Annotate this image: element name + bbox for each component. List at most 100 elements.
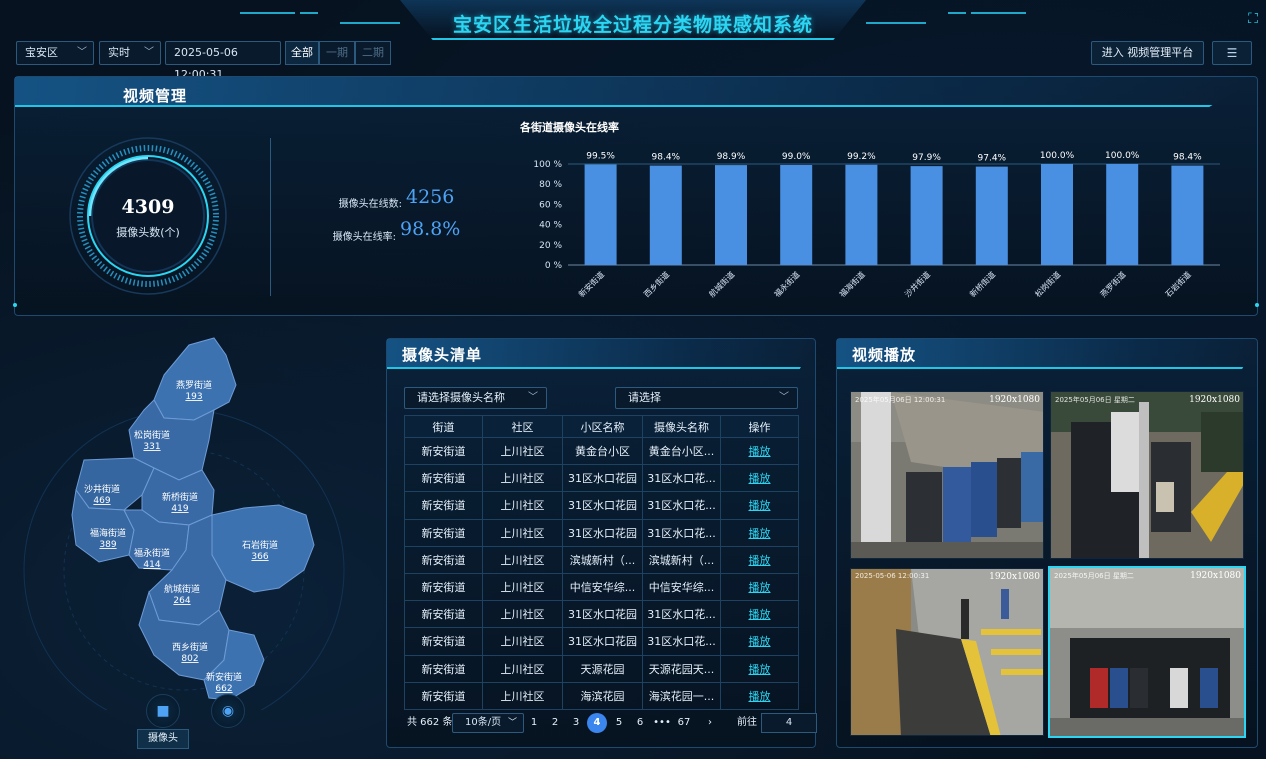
district-select-value: 宝安区	[25, 46, 58, 59]
page-5[interactable]: 5	[609, 713, 629, 733]
table-row: 新安街道 上川社区 31区水口花园 31区水口花... 播放	[404, 518, 799, 547]
table-cell: 上川社区	[482, 491, 563, 520]
mode-select[interactable]: 实时 ﹀	[99, 41, 161, 65]
feed-timestamp: 2025年05月06日 12:00:31	[855, 396, 946, 404]
table-cell: 上川社区	[482, 572, 563, 602]
table-cell: 31区水口花...	[642, 600, 721, 629]
bar[interactable]	[715, 165, 747, 265]
play-link[interactable]: 播放	[720, 464, 799, 493]
bar[interactable]	[1106, 164, 1139, 265]
generic-select-placeholder: 请选择	[628, 391, 661, 404]
region-yanluo[interactable]	[153, 337, 237, 421]
table-row: 新安街道 上川社区 31区水口花园 31区水口花... 播放	[404, 491, 799, 520]
bar-value-label: 100.0%	[1105, 151, 1140, 161]
page-3[interactable]: 3	[566, 713, 586, 733]
page-1[interactable]: 1	[524, 713, 544, 733]
play-link[interactable]: 播放	[720, 627, 799, 656]
map-street-name: 沙井街道	[84, 483, 120, 495]
table-row: 新安街道 上川社区 黄金台小区 黄金台小区... 播放	[404, 436, 799, 466]
table-cell: 31区水口花园	[562, 491, 643, 520]
page-6[interactable]: 6	[630, 713, 650, 733]
datetime-field[interactable]: 2025-05-06 12:00:31	[165, 41, 281, 81]
play-link[interactable]: 播放	[720, 491, 799, 520]
play-link[interactable]: 播放	[720, 681, 799, 710]
next-page-button[interactable]: ›	[700, 713, 720, 733]
online-rate-bar-chart: 0 % 20 % 40 % 60 % 80 % 100 % 99.5% 新安街道 98.4% 西乡…	[533, 151, 1220, 299]
goto-label: 前往	[737, 717, 757, 728]
x-tick-label: 沙井街道	[902, 269, 932, 299]
pager-total: 共 662 条	[407, 717, 453, 728]
signal-layer-button[interactable]: ◉	[211, 694, 245, 728]
mode-select-value: 实时	[108, 46, 130, 59]
play-link[interactable]: 播放	[720, 518, 799, 547]
bar[interactable]	[649, 165, 682, 265]
table-cell: 31区水口花...	[642, 518, 721, 547]
feed-resolution: 1920x1080	[1189, 395, 1240, 405]
online-count-label: 摄像头在线数:	[338, 199, 402, 210]
bar-value-label: 99.5%	[586, 152, 615, 162]
column-header: 社区	[482, 415, 563, 438]
page-size-select[interactable]: 10条/页 ﹀	[452, 713, 524, 733]
video-camera-icon: ■	[156, 703, 170, 719]
table-cell: 天源花园天...	[642, 654, 721, 683]
bar-value-label: 97.9%	[912, 153, 941, 163]
bar-value-label: 98.9%	[717, 152, 746, 162]
camera-list-title: 摄像头清单	[402, 346, 483, 364]
y-tick-label: 0 %	[545, 261, 563, 271]
page-4-current[interactable]: 4	[587, 713, 607, 733]
table-cell: 中信安华综...	[562, 572, 643, 602]
play-link[interactable]: 播放	[720, 600, 799, 629]
table-row: 新安街道 上川社区 31区水口花园 31区水口花... 播放	[404, 600, 799, 629]
y-tick-label: 40 %	[539, 221, 562, 231]
page-ellipsis[interactable]: •••	[652, 713, 672, 733]
x-tick-label: 松岗街道	[1033, 269, 1063, 299]
bar[interactable]	[845, 164, 878, 265]
phase-two-button[interactable]: 二期	[355, 41, 391, 65]
bar[interactable]	[780, 165, 813, 265]
map-street-name: 福海街道	[90, 527, 126, 539]
play-link[interactable]: 播放	[720, 436, 799, 466]
x-tick-label: 西乡街道	[642, 269, 672, 299]
table-cell: 新安街道	[404, 681, 483, 710]
table-cell: 新安街道	[404, 491, 483, 520]
bar[interactable]	[584, 164, 617, 265]
feed-scene-3	[851, 569, 1043, 735]
settings-button[interactable]: ☰	[1212, 41, 1252, 65]
camera-layer-button[interactable]: ■	[146, 694, 180, 728]
goto-page-input[interactable]: 4	[761, 713, 817, 733]
enter-video-platform-button[interactable]: 进入 视频管理平台	[1091, 41, 1204, 65]
page-67[interactable]: 67	[674, 713, 694, 733]
table-cell: 上川社区	[482, 681, 563, 710]
video-feed-2[interactable]: 2025年05月06日 星期二 1920x1080	[1050, 391, 1244, 559]
video-feed-1[interactable]: 2025年05月06日 12:00:31 1920x1080	[850, 391, 1044, 559]
generic-select[interactable]: 请选择 ﹀	[615, 387, 798, 409]
bar-value-label: 98.4%	[1173, 153, 1202, 163]
play-link[interactable]: 播放	[720, 654, 799, 683]
column-header: 街道	[404, 415, 483, 438]
x-tick-label: 福海街道	[837, 269, 867, 299]
page-2[interactable]: 2	[545, 713, 565, 733]
bar[interactable]	[975, 166, 1008, 265]
phase-all-button[interactable]: 全部	[285, 41, 319, 65]
play-link[interactable]: 播放	[720, 545, 799, 574]
play-link[interactable]: 播放	[720, 572, 799, 602]
district-select[interactable]: 宝安区 ﹀	[16, 41, 94, 65]
video-feed-4[interactable]: 2025年05月06日 星期二 1920x1080	[1048, 566, 1246, 738]
table-cell: 滨城新村（...	[642, 545, 721, 574]
bar[interactable]	[1041, 164, 1073, 265]
feed-scene-1	[851, 392, 1043, 558]
map-street-count: 331	[143, 442, 160, 452]
table-cell: 新安街道	[404, 572, 483, 602]
bar[interactable]	[1171, 165, 1204, 265]
camera-name-select[interactable]: 请选择摄像头名称 ﹀	[404, 387, 547, 409]
table-cell: 31区水口花...	[642, 627, 721, 656]
map-street-count: 366	[251, 552, 268, 562]
fullscreen-icon[interactable]: ⛶	[1244, 10, 1262, 28]
table-cell: 上川社区	[482, 518, 563, 547]
bar[interactable]	[910, 166, 943, 265]
sliders-icon: ☰	[1226, 46, 1238, 60]
feed-resolution: 1920x1080	[989, 395, 1040, 405]
phase-one-button[interactable]: 一期	[319, 41, 355, 65]
video-feed-3[interactable]: 2025-05-06 12:00:31 1920x1080	[850, 568, 1044, 736]
chevron-down-icon: ﹀	[528, 392, 538, 403]
